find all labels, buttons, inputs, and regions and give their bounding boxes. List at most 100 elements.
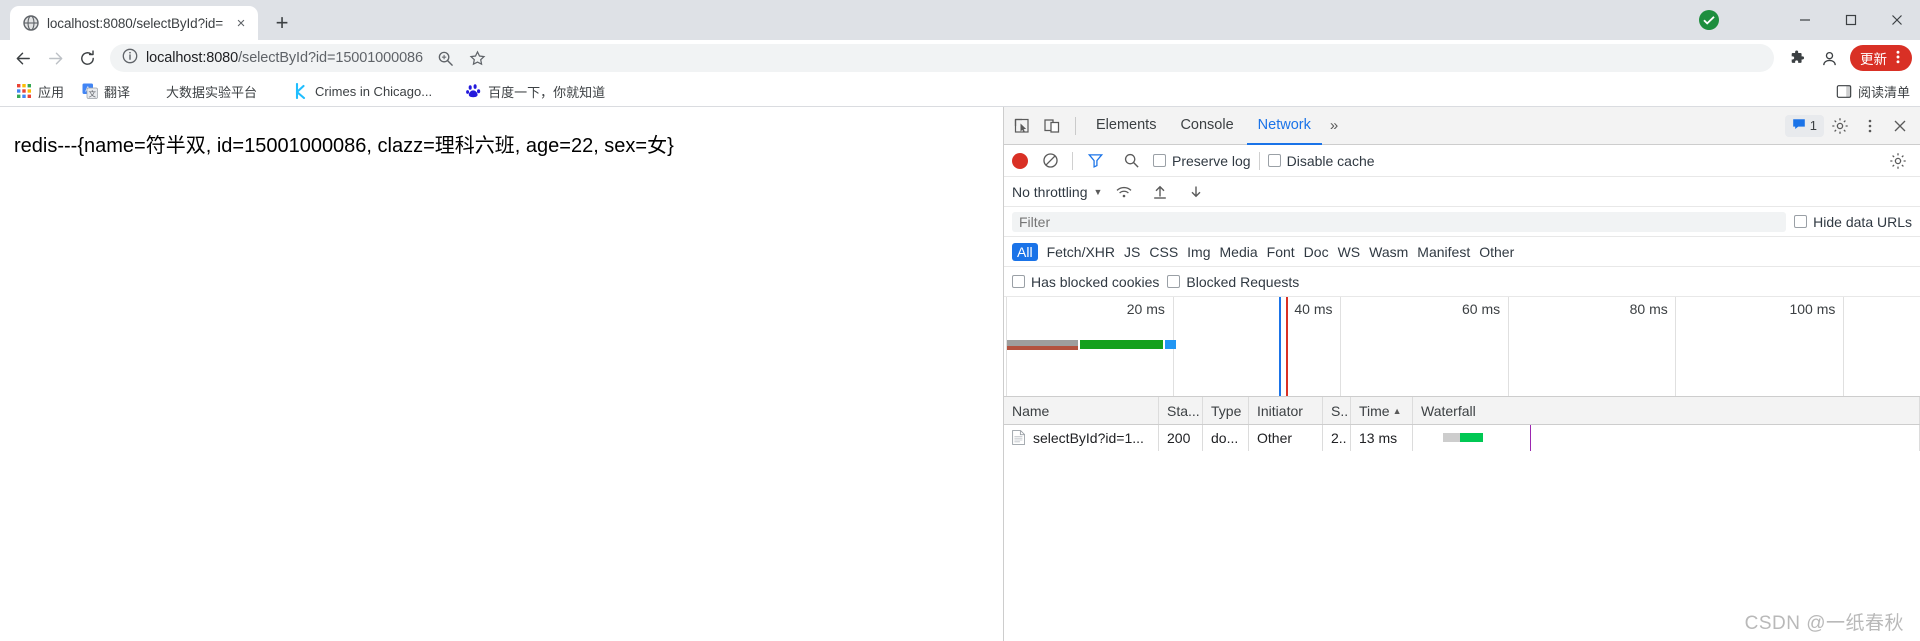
back-arrow-icon[interactable] [8,43,38,73]
speech-bubble-icon [1792,117,1806,134]
network-overview-timeline[interactable]: 20 ms 40 ms 60 ms 80 ms 100 ms [1004,297,1920,397]
forward-arrow-icon[interactable] [40,43,70,73]
inspect-cursor-icon[interactable] [1008,112,1036,140]
divider [1258,151,1260,170]
kaggle-icon [293,83,309,99]
blocked-requests-checkbox[interactable]: Blocked Requests [1167,274,1299,290]
bookmark-item-crimes[interactable]: Crimes in Chicago... [285,79,440,103]
svg-text:文: 文 [89,88,97,98]
table-row[interactable]: selectById?id=1... 200 do... Other 2.. 1… [1004,425,1920,451]
browser-tab[interactable]: localhost:8080/selectById?id= × [10,6,258,40]
tab-console[interactable]: Console [1169,107,1244,145]
overview-bar [1006,346,1079,350]
disable-cache-checkbox[interactable]: Disable cache [1267,153,1375,169]
wifi-icon[interactable] [1110,178,1138,206]
column-header-size[interactable]: S.. [1323,397,1351,424]
minimize-icon[interactable] [1782,0,1828,40]
network-controls-row: Preserve log Disable cache [1004,145,1920,177]
column-header-status[interactable]: Sta... [1159,397,1203,424]
throttling-dropdown[interactable]: No throttling ▼ [1012,184,1102,200]
zoom-magnifier-icon[interactable] [431,43,461,73]
column-header-type[interactable]: Type [1203,397,1249,424]
bookmark-item-translate[interactable]: A 文 翻译 [74,79,138,103]
column-header-time-label: Time [1359,402,1390,419]
preserve-log-checkbox[interactable]: Preserve log [1153,153,1251,169]
three-dots-vertical-icon[interactable] [1856,112,1884,140]
content-area: redis---{name=符半双, id=15001000086, clazz… [0,106,1920,641]
has-blocked-cookies-checkbox[interactable]: Has blocked cookies [1012,274,1159,290]
close-icon[interactable]: × [232,14,250,32]
download-arrow-icon[interactable] [1182,178,1210,206]
close-icon[interactable] [1874,0,1920,40]
devtools-tabbar-right: 1 [1784,112,1916,140]
update-button[interactable]: 更新 [1850,45,1912,71]
type-filter-js[interactable]: JS [1124,244,1140,260]
three-dots-vertical-icon [1892,49,1904,68]
funnel-icon[interactable] [1081,147,1109,175]
column-header-waterfall[interactable]: Waterfall [1413,397,1920,424]
cell-size: 2.. [1323,425,1351,451]
close-icon[interactable] [1886,112,1914,140]
clear-no-entry-icon[interactable] [1036,147,1064,175]
maximize-icon[interactable] [1828,0,1874,40]
filter-input[interactable] [1012,211,1787,232]
divider [1072,151,1073,170]
column-header-name[interactable]: Name [1004,397,1159,424]
checkbox[interactable] [1167,275,1181,288]
bookmark-item-baidu[interactable]: 百度一下，你就知道 [458,79,613,103]
messages-badge[interactable]: 1 [1784,114,1824,137]
overview-tick: 80 ms [1629,301,1668,317]
checkbox[interactable] [1012,275,1025,288]
url-text: localhost:8080/selectById?id=15001000086 [146,50,423,66]
address-bar[interactable]: localhost:8080/selectById?id=15001000086 [110,44,1774,72]
cell-time: 13 ms [1351,425,1413,451]
new-tab-button[interactable]: + [268,9,296,37]
info-circle-icon[interactable] [122,48,138,69]
bookmark-panel-icon[interactable] [1836,83,1852,99]
bookmarks-bar: 应用 A 文 翻译 大数据实验平台 Crimes in Chicago... [0,76,1920,106]
type-filter-media[interactable]: Media [1220,244,1258,260]
divider [1075,116,1076,135]
type-filter-css[interactable]: CSS [1149,244,1178,260]
column-header-time[interactable]: Time ▲ [1351,397,1413,424]
type-filter-img[interactable]: Img [1187,244,1210,260]
omnibox-actions [431,43,493,73]
type-filter-fetch-xhr[interactable]: Fetch/XHR [1047,244,1115,260]
person-icon[interactable] [1814,43,1844,73]
bookmark-label: Crimes in Chicago... [315,83,433,99]
type-filter-wasm[interactable]: Wasm [1369,244,1408,260]
bookmark-label: 百度一下，你就知道 [488,84,606,100]
type-filter-doc[interactable]: Doc [1304,244,1329,260]
type-filter-all[interactable]: All [1012,242,1038,261]
device-toolbar-icon[interactable] [1038,112,1066,140]
type-filter-other[interactable]: Other [1479,244,1514,260]
type-filter-manifest[interactable]: Manifest [1417,244,1470,260]
star-icon[interactable] [463,43,493,73]
reading-list-label[interactable]: 阅读清单 [1858,82,1910,101]
hide-data-urls-checkbox[interactable]: Hide data URLs [1794,214,1912,230]
profile-status-icon[interactable] [1698,9,1720,31]
search-magnifier-icon[interactable] [1117,147,1145,175]
type-filter-ws[interactable]: WS [1338,244,1361,260]
chevron-double-right-icon[interactable]: » [1324,107,1344,145]
checkbox[interactable] [1794,215,1808,228]
record-circle-icon[interactable] [1012,152,1028,169]
type-filter-font[interactable]: Font [1267,244,1295,260]
gear-icon[interactable] [1826,112,1854,140]
bookmark-item-apps[interactable]: 应用 [8,79,72,103]
puzzle-piece-icon[interactable] [1782,43,1812,73]
tab-elements[interactable]: Elements [1085,107,1167,145]
url-path: /selectById?id=15001000086 [238,50,423,66]
upload-arrow-icon[interactable] [1146,178,1174,206]
waterfall-wait-bar [1443,433,1460,442]
devtools-panel: Elements Console Network » 1 Preserve lo… [1003,107,1920,641]
checkbox[interactable] [1267,154,1281,167]
dom-content-loaded-marker [1278,297,1281,396]
tab-network[interactable]: Network [1246,107,1322,145]
bookmark-item-bigdata[interactable]: 大数据实验平台 [158,79,265,103]
bookmarks-bar-right: 阅读清单 [1836,82,1910,101]
column-header-initiator[interactable]: Initiator [1249,397,1323,424]
reload-icon[interactable] [72,43,102,73]
network-settings-gear-icon[interactable] [1884,147,1912,175]
checkbox[interactable] [1153,154,1166,167]
